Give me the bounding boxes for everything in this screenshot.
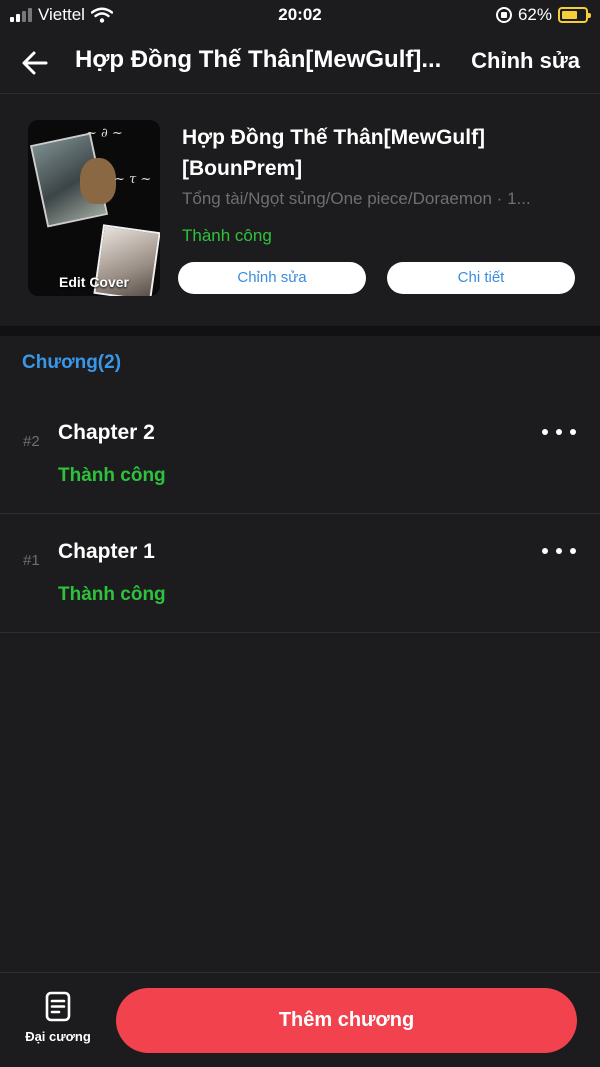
cover-bear-image	[80, 158, 116, 204]
edit-story-button[interactable]: Chỉnh sửa	[178, 262, 366, 294]
status-bar: Viettel 20:02 62%	[0, 0, 600, 32]
chapter-status: Thành công	[58, 465, 166, 486]
chapter-status: Thành công	[58, 584, 166, 605]
add-chapter-button[interactable]: Thêm chương	[116, 988, 577, 1053]
battery-percent: 62%	[517, 5, 552, 24]
back-arrow-icon	[22, 51, 48, 75]
chapter-list: #2 Chapter 2 Thành công #1 Chapter 1 Thà…	[0, 395, 600, 633]
chapter-row[interactable]: #1 Chapter 1 Thành công	[0, 514, 600, 633]
section-divider	[0, 326, 600, 336]
chapter-row[interactable]: #2 Chapter 2 Thành công	[0, 395, 600, 514]
chapter-title: Chapter 1	[58, 540, 155, 563]
story-detail-button[interactable]: Chi tiết	[387, 262, 575, 294]
edit-cover-label[interactable]: Edit Cover	[28, 274, 160, 290]
battery-icon	[558, 7, 591, 23]
story-header: ~ ∂ ~ ~ τ ~ Edit Cover Hợp Đồng Thế Thân…	[0, 94, 600, 326]
back-button[interactable]	[20, 48, 52, 78]
status-right: 62%	[495, 5, 591, 25]
chapter-number: #1	[23, 552, 40, 569]
cover-script-decoration: ~ ∂ ~	[86, 126, 123, 141]
page-title: Hợp Đồng Thế Thân[MewGulf]...	[75, 46, 442, 73]
outline-label: Đại cương	[25, 1029, 91, 1044]
outline-button[interactable]: Đại cương	[18, 991, 98, 1051]
more-icon[interactable]	[542, 425, 576, 439]
story-tags: Tổng tài/Ngọt sủng/One piece/Doraemon · …	[182, 189, 531, 208]
rotation-lock-icon	[495, 7, 512, 23]
story-title: Hợp Đồng Thế Thân[MewGulf][BounPrem]	[182, 126, 486, 180]
chapter-number: #2	[23, 433, 40, 450]
outline-document-icon	[45, 991, 71, 1022]
chapter-title: Chapter 2	[58, 421, 155, 444]
bottom-bar: Đại cương Thêm chương	[0, 972, 600, 1067]
story-cover[interactable]: ~ ∂ ~ ~ τ ~ Edit Cover	[28, 120, 160, 296]
nav-bar: Hợp Đồng Thế Thân[MewGulf]... Chỉnh sửa	[0, 32, 600, 94]
chapters-heading: Chương(2)	[22, 352, 122, 373]
more-icon[interactable]	[542, 544, 576, 558]
story-status: Thành công	[182, 226, 272, 245]
nav-edit-button[interactable]: Chỉnh sửa	[471, 48, 580, 74]
cover-script-decoration-2: ~ τ ~	[114, 172, 152, 187]
